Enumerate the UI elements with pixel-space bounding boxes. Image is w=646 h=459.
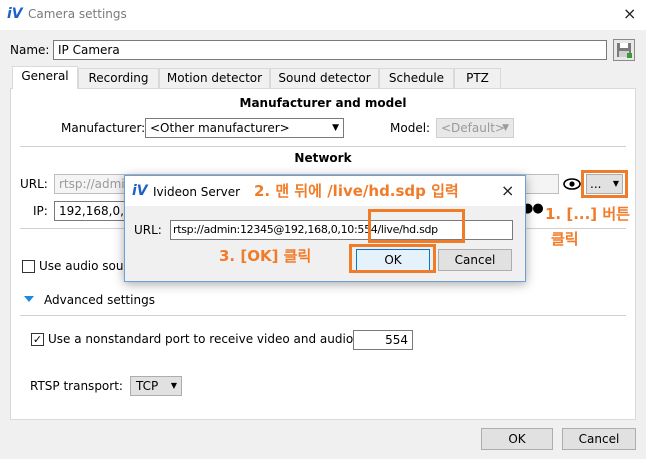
ip-input[interactable]: 192,168,0,1( <box>54 201 126 221</box>
model-label: Model: <box>390 121 431 135</box>
nonstandard-port-label: Use a nonstandard port to receive video … <box>48 332 358 346</box>
chevron-down-icon: ▼ <box>332 123 339 133</box>
network-section-title: Network <box>294 151 352 165</box>
use-audio-label: Use audio sou <box>39 259 124 273</box>
dialog-title: Ivideon Server <box>153 185 241 199</box>
port-input[interactable]: 554 <box>353 330 413 350</box>
tab-recording[interactable]: Recording <box>78 68 159 88</box>
dialog-url-label: URL: <box>134 223 162 237</box>
chevron-down-icon: ▼ <box>502 123 509 133</box>
divider <box>20 315 626 316</box>
url-label: URL: <box>20 177 48 191</box>
annotation-step2: 2. 맨 뒤에 /live/hd.sdp 입력 <box>254 182 459 200</box>
dialog-close-icon[interactable]: × <box>501 181 514 200</box>
tab-ptz[interactable]: PTZ <box>454 68 501 88</box>
eye-icon[interactable] <box>562 175 582 193</box>
annotation-step1-line2: 클릭 <box>551 230 579 248</box>
app-logo: iV <box>132 183 148 199</box>
ip-label: IP: <box>33 204 48 218</box>
manufacturer-select[interactable]: <Other manufacturer> ▼ <box>145 118 344 138</box>
annotation-step3: 3. [OK] 클릭 <box>219 247 312 265</box>
annotation-highlight-dialog-ok <box>349 244 436 273</box>
tab-general[interactable]: General <box>12 66 78 89</box>
use-audio-checkbox[interactable] <box>22 260 35 273</box>
advanced-settings-label[interactable]: Advanced settings <box>44 293 155 307</box>
save-icon[interactable] <box>613 39 635 61</box>
app-logo: iV <box>7 6 23 22</box>
expand-triangle-icon[interactable] <box>24 296 34 302</box>
rtsp-transport-label: RTSP transport: <box>30 379 123 393</box>
checkmark-icon: ✓ <box>32 333 43 346</box>
chevron-down-icon: ▼ <box>170 381 177 390</box>
nonstandard-port-checkbox[interactable]: ✓ <box>31 333 44 346</box>
manufacturer-section-title: Manufacturer and model <box>239 96 407 110</box>
tab-motion-detector[interactable]: Motion detector <box>159 68 270 88</box>
divider <box>20 146 626 147</box>
tab-sound-detector[interactable]: Sound detector <box>270 68 379 88</box>
dialog-cancel-button[interactable]: Cancel <box>438 249 512 271</box>
model-select: <Default> ▼ <box>436 118 514 138</box>
tab-schedule[interactable]: Schedule <box>379 68 454 88</box>
annotation-highlight-more-button <box>581 170 628 198</box>
name-input[interactable]: IP Camera <box>53 40 607 60</box>
close-icon[interactable]: × <box>623 4 636 23</box>
annotation-step1-line1: 1. [...] 버튼 <box>545 205 630 223</box>
name-label: Name: <box>10 43 50 57</box>
ok-button[interactable]: OK <box>481 428 553 450</box>
rtsp-transport-select[interactable]: TCP ▼ <box>130 376 182 396</box>
manufacturer-label: Manufacturer: <box>61 121 146 135</box>
window-title: Camera settings <box>28 7 127 21</box>
annotation-highlight-url-suffix <box>368 209 465 243</box>
cancel-button[interactable]: Cancel <box>562 428 636 450</box>
